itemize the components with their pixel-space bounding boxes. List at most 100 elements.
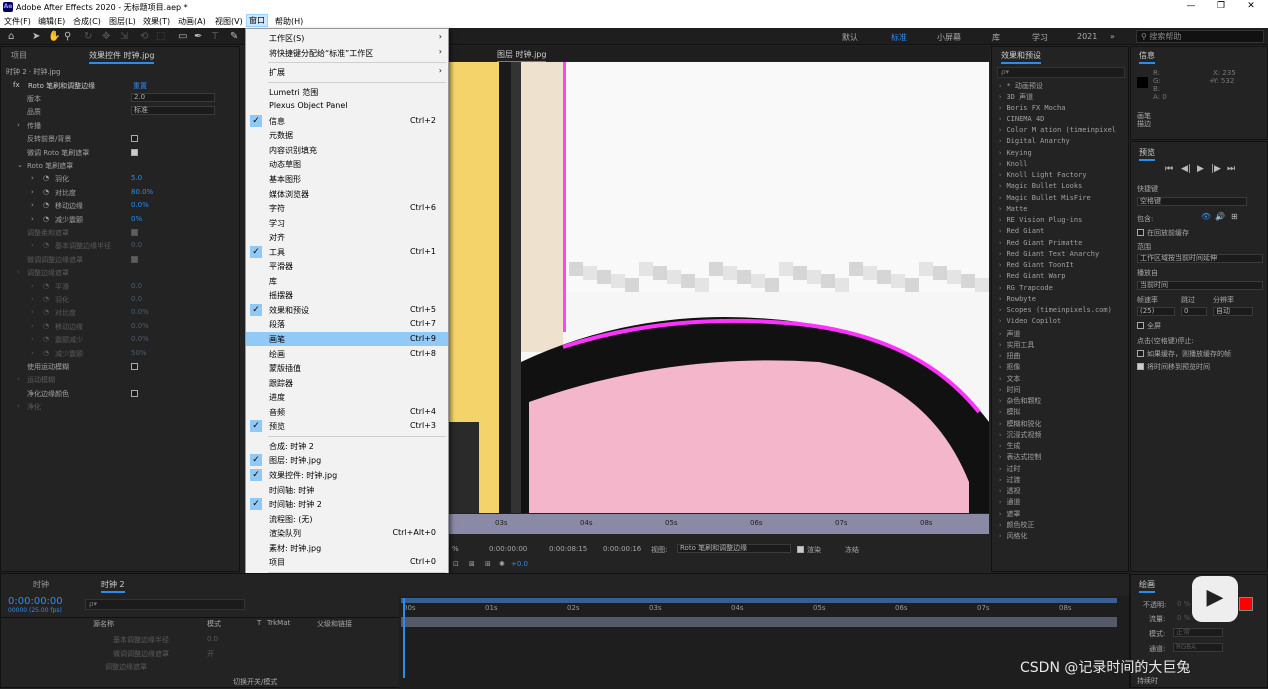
play-cached-checkbox[interactable] [1137,350,1144,357]
expand-arrow-icon[interactable]: › [31,174,34,182]
include-overlay-icon[interactable]: ⊞ [1231,212,1238,221]
menu-layer[interactable]: 图层(L) [109,16,136,27]
menu-item[interactable]: ✓ 信息 Ctrl+2 [246,114,448,128]
effects-category-item[interactable]: RG Trapcode [998,284,1052,292]
shortcut-select[interactable]: 空格键 [1137,197,1247,206]
toggle-switches-modes[interactable]: 切换开关/模式 [233,677,277,687]
menu-item[interactable]: 段落 Ctrl+7 [246,317,448,331]
effects-category-item[interactable]: 抠像 [998,362,1020,372]
effects-search-input[interactable]: ρ▾ [997,67,1125,78]
include-audio-icon[interactable]: 🔊 [1215,212,1225,221]
effects-category-item[interactable]: Magic Bullet MisFire [998,194,1090,202]
menu-item[interactable]: 对齐 [246,230,448,244]
menu-animation[interactable]: 动画(A) [178,16,206,27]
menu-help[interactable]: 帮助(H) [275,16,303,27]
effects-category-item[interactable]: 风格化 [998,531,1027,541]
effect-row-value[interactable]: 0.0 [131,241,142,249]
menu-item[interactable]: 音频 Ctrl+4 [246,405,448,419]
layer-row-2[interactable]: 微调调整边缘遮罩 [113,649,169,659]
effect-row-checkbox[interactable] [131,389,138,397]
video-play-overlay-icon[interactable]: ▶ [1192,576,1238,622]
effects-category-item[interactable]: 遮罩 [998,509,1020,519]
in-time[interactable]: 0:00:00:00 [489,545,527,553]
effects-category-item[interactable]: 模糊和锐化 [998,419,1041,429]
fullscreen-checkbox[interactable] [1137,322,1144,329]
channel-icon[interactable]: ⊠ [469,560,475,568]
duration-time[interactable]: 0:00:00:16 [603,545,641,553]
menu-item[interactable]: 库 [246,274,448,288]
cache-checkbox[interactable] [1137,229,1144,236]
effects-category-item[interactable]: 3D 声道 [998,92,1033,102]
expand-arrow-icon[interactable]: › [17,402,20,410]
layer-row-1[interactable]: 基本调整边缘半径 [113,635,169,645]
effect-row-value[interactable]: 0.0 [131,295,142,303]
camera-tool-icon[interactable]: ✥ [102,31,110,42]
effects-category-item[interactable]: 表达式控制 [998,452,1041,462]
menu-item[interactable]: 摇摆器 [246,288,448,302]
expand-arrow-icon[interactable]: › [17,268,20,276]
menu-item[interactable]: ✓ 时间轴: 时钟 2 [246,497,448,511]
stopwatch-icon[interactable]: ◔ [43,282,49,290]
layer-row-2-value[interactable]: 开 [207,649,214,659]
expand-arrow-icon[interactable]: › [31,241,34,249]
effects-category-item[interactable]: 生成 [998,441,1020,451]
tab-effect-controls[interactable]: 效果控件 时钟.jpg [89,50,155,64]
stopwatch-icon[interactable]: ◔ [43,215,49,223]
effects-category-item[interactable]: Matte [998,205,1027,213]
expand-arrow-icon[interactable]: › [31,335,34,343]
effects-category-item[interactable]: Keying [998,149,1031,157]
search-help-input[interactable]: ⚲ 搜索帮助 [1136,30,1264,43]
stopwatch-icon[interactable]: ◔ [43,335,49,343]
workspace-learn[interactable]: 学习 [1032,32,1048,43]
effects-category-item[interactable]: 沉浸式视频 [998,430,1041,440]
effects-category-item[interactable]: 声道 [998,329,1020,339]
zoom-tool-icon[interactable]: ⚲ [64,31,71,42]
effects-category-item[interactable]: 过时 [998,464,1020,474]
effects-category-item[interactable]: Red Giant Warp [998,272,1065,280]
effect-row-checkbox[interactable] [131,255,138,263]
effect-row-value[interactable]: 50% [131,349,147,357]
camera-icon[interactable]: ✺ [499,560,505,568]
range-select[interactable]: 工作区域按当前时间延伸 [1137,254,1263,263]
snapshot-icon[interactable]: ⊡ [453,560,459,568]
menu-item[interactable]: 将快捷键分配给“标准”工作区 › [246,46,448,60]
menu-item[interactable]: 绘画 Ctrl+8 [246,347,448,361]
tab-project[interactable]: 项目 [11,50,27,61]
menu-item[interactable]: 动态草图 [246,157,448,171]
menu-item[interactable]: 平滑器 [246,259,448,273]
effects-category-item[interactable]: Knoll Light Factory [998,171,1086,179]
effect-row-value[interactable]: 0.0% [131,308,149,316]
text-tool-icon[interactable]: T [212,31,218,42]
stopwatch-icon[interactable]: ◔ [43,241,49,249]
behind-tool-icon[interactable]: ⬚ [156,31,165,42]
effects-category-item[interactable]: Red Giant [998,227,1044,235]
menu-item[interactable]: 画笔 Ctrl+9 [246,332,448,346]
paint-opacity-value[interactable]: 0 % [1177,600,1190,608]
work-area-bar[interactable] [401,598,1117,603]
rectangle-tool-icon[interactable]: ▭ [178,31,187,42]
effects-category-item[interactable]: 过渡 [998,475,1020,485]
tab-timeline-clock[interactable]: 时钟 [33,579,49,590]
effects-category-item[interactable]: 扭曲 [998,351,1020,361]
stopwatch-icon[interactable]: ◔ [43,295,49,303]
effects-category-item[interactable]: * 动画预设 [998,81,1042,91]
effects-category-item[interactable]: 模拟 [998,407,1020,417]
paint-mode-select[interactable]: 正常 [1173,628,1223,637]
expand-arrow-icon[interactable]: › [31,322,34,330]
include-video-icon[interactable]: 👁 [1201,212,1211,221]
menu-item[interactable]: 扩展 › [246,65,448,79]
effects-category-item[interactable]: Magic Bullet Looks [998,182,1082,190]
effect-row-value[interactable]: 5.0 [131,174,142,182]
effects-category-item[interactable]: Rowbyte [998,295,1036,303]
menu-composition[interactable]: 合成(C) [73,16,101,27]
menu-item[interactable]: 合成: 时钟 2 [246,439,448,453]
menu-item[interactable]: 流程图: (无) [246,512,448,526]
tab-layer-viewer[interactable]: 图层 时钟.jpg [497,49,547,63]
layer-row-3[interactable]: 调整边缘遮罩 [105,662,147,672]
zoom-percent[interactable]: % [452,545,459,553]
effects-category-item[interactable]: Red Giant Text Anarchy [998,250,1099,258]
menu-item[interactable]: ✓ 图层: 时钟.jpg [246,453,448,467]
menu-file[interactable]: 文件(F) [4,16,31,27]
fps-select[interactable]: (25) [1137,307,1175,316]
menu-item[interactable]: 跟踪器 [246,376,448,390]
